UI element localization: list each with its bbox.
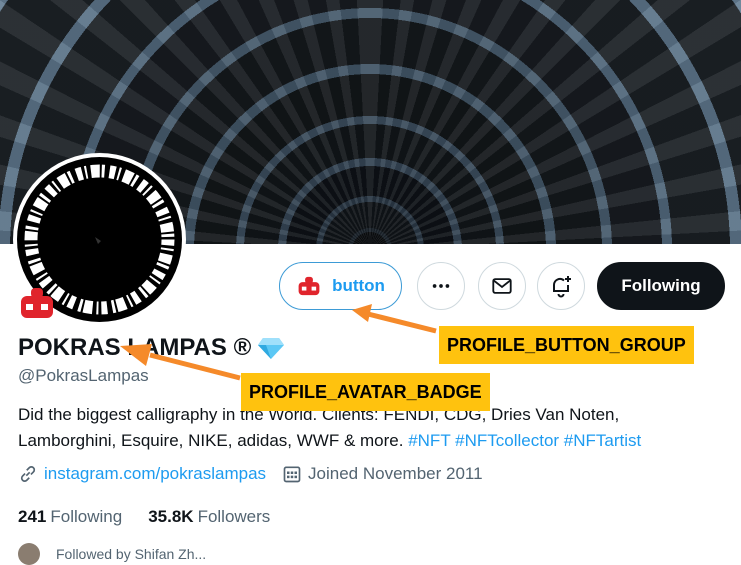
followers-count: 35.8K (148, 507, 194, 526)
profile-meta: instagram.com/pokraslampas Joined Novemb… (18, 464, 483, 484)
follow-stats: 241 Following 35.8K Followers (18, 507, 270, 527)
link-icon (20, 466, 36, 482)
followed-by-text: Followed by Shifan Zh... (56, 546, 207, 562)
diamond-icon (258, 338, 285, 359)
profile-custom-button[interactable]: button (279, 262, 402, 310)
followers-stat[interactable]: 35.8K Followers (148, 507, 270, 527)
annotation-label-button-group: PROFILE_BUTTON_GROUP (439, 326, 694, 364)
message-button[interactable] (478, 262, 526, 310)
followers-label: Followers (197, 507, 271, 526)
robot-icon (298, 276, 320, 296)
hashtag-link[interactable]: #NFTartist (564, 431, 641, 450)
profile-name: POKRAS LAMPAS ® (18, 334, 252, 361)
arrow-to-button-group (367, 311, 437, 334)
following-label: Following (50, 507, 123, 526)
calendar-icon (283, 466, 301, 483)
joined-date: Joined November 2011 (308, 464, 483, 483)
notifications-button[interactable] (537, 262, 585, 310)
annotation-label-avatar-badge: PROFILE_AVATAR_BADGE (241, 373, 490, 411)
mail-icon (492, 278, 512, 294)
hashtag-link[interactable]: #NFT (408, 431, 450, 450)
profile-name-row: POKRAS LAMPAS ® (18, 334, 285, 362)
hashtag-link[interactable]: #NFTcollector (455, 431, 559, 450)
followed-by-row[interactable]: Followed by Shifan Zh... (18, 543, 206, 565)
more-options-button[interactable] (417, 262, 465, 310)
profile-handle: @PokrasLampas (18, 366, 149, 385)
avatar-badge-robot-icon (21, 288, 53, 318)
following-button[interactable]: Following (597, 262, 725, 310)
following-stat[interactable]: 241 Following (18, 507, 122, 527)
bell-plus-icon (552, 276, 571, 298)
more-dots-icon (432, 284, 450, 288)
website-link[interactable]: instagram.com/pokraslampas (44, 464, 266, 484)
following-count: 241 (18, 507, 47, 526)
custom-button-label: button (332, 276, 385, 295)
follower-avatar (18, 543, 40, 565)
